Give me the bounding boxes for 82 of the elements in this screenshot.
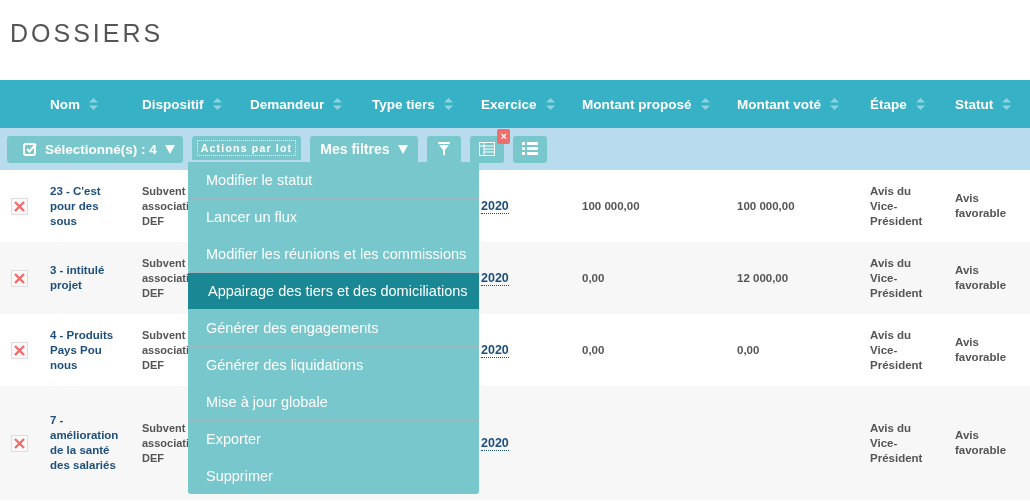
cross-icon (13, 272, 25, 284)
dispositif-text: associati (142, 270, 190, 286)
dispositif-text: DEF (142, 213, 165, 229)
checkbox-icon (23, 142, 37, 156)
stage-text: Avis du Vice-Président (870, 256, 923, 299)
cross-icon (13, 344, 25, 356)
stage-text: Avis du Vice-Président (870, 184, 923, 227)
year-link[interactable]: 2020 (481, 198, 509, 214)
stage-text: Avis du Vice-Président (870, 421, 923, 464)
dispositif-text: Subvent (142, 420, 187, 436)
caret-icon (397, 144, 408, 154)
sort-icon (212, 98, 222, 110)
sort-icon (443, 98, 453, 110)
status-text: Avis favorable (955, 429, 1007, 456)
column-header[interactable]: Statut (955, 96, 994, 112)
amount-text: 100 000,00 (582, 199, 640, 212)
dispositif-text: DEF (142, 285, 165, 301)
sort-icon (89, 98, 98, 110)
status-text: Avis favorable (955, 264, 1007, 291)
column-header[interactable]: Montant voté (737, 96, 821, 112)
menu-item[interactable]: Appairage des tiers et des domiciliations (188, 273, 479, 310)
menu-item[interactable]: Supprimer (188, 458, 479, 494)
dispositif-text: associati (142, 435, 190, 451)
menu-item[interactable]: Modifier le statut (188, 162, 479, 199)
dossier-name: 3 - intitulé projet (50, 264, 105, 291)
amount-text: 0,00 (582, 343, 605, 356)
menu-item[interactable]: Générer des liquidations (188, 347, 479, 384)
status-text: Avis favorable (955, 336, 1007, 363)
caret-icon (164, 144, 175, 154)
row-checkbox[interactable] (10, 269, 28, 287)
dispositif-text: DEF (142, 357, 165, 373)
year-link[interactable]: 2020 (481, 342, 509, 358)
sort-icon (830, 98, 839, 110)
dispositif-text: associati (142, 342, 190, 358)
sort-icon (915, 98, 925, 110)
dispositif-text: DEF (142, 450, 165, 466)
menu-item[interactable]: Exporter (188, 421, 479, 458)
year-link[interactable]: 2020 (481, 435, 509, 451)
sort-icon (545, 98, 555, 110)
batch-actions-button[interactable]: Actions par lot (191, 136, 302, 160)
columns-button[interactable] (470, 135, 505, 163)
page-title: DOSSIERS (10, 19, 164, 48)
close-badge[interactable]: × (497, 128, 511, 144)
column-header[interactable]: Exercice (481, 96, 537, 112)
row-checkbox[interactable] (10, 341, 28, 359)
list-view-button[interactable] (513, 135, 548, 163)
filter-icon (438, 142, 451, 156)
dossier-name: 7 - amélioration de la santé des salariés (50, 414, 119, 471)
selection-dropdown[interactable]: Sélectionné(s) : 4 (7, 135, 183, 163)
row-checkbox[interactable] (10, 434, 28, 452)
column-header[interactable]: Nom (50, 96, 80, 112)
menu-item[interactable]: Générer des engagements (188, 310, 479, 347)
dispositif-text: Subvent (142, 327, 187, 343)
dispositif-text: associati (142, 198, 190, 214)
cross-icon (13, 200, 25, 212)
column-header[interactable]: Type tiers (372, 96, 435, 112)
column-header[interactable]: Demandeur (250, 96, 325, 112)
filters-dropdown[interactable]: Mes filtres (310, 135, 419, 163)
amount-text: 0,00 (582, 271, 605, 284)
status-text: Avis favorable (955, 192, 1007, 219)
menu-item[interactable]: Lancer un flux (188, 199, 479, 236)
sort-icon (1002, 98, 1012, 110)
amount-text: 12 000,00 (737, 271, 789, 284)
stage-text: Avis du Vice-Président (870, 328, 923, 371)
table-icon (479, 142, 496, 156)
menu-item[interactable]: Mise à jour globale (188, 384, 479, 421)
dossier-name: 23 - C'est pour des sous (50, 184, 101, 227)
sort-icon (700, 98, 710, 110)
row-checkbox[interactable] (10, 197, 28, 215)
list-icon (522, 142, 539, 156)
column-header[interactable]: Montant proposé (582, 96, 692, 112)
sort-icon (333, 98, 343, 110)
dossier-name: 4 - Produits Pays Pou nous (50, 328, 114, 371)
dispositif-text: Subvent (142, 255, 187, 271)
year-link[interactable]: 2020 (481, 270, 509, 286)
amount-text: 0,00 (737, 343, 760, 356)
amount-text: 100 000,00 (737, 199, 795, 212)
column-header[interactable]: Étape (870, 96, 907, 112)
cross-icon (13, 437, 25, 449)
filter-button[interactable] (427, 135, 462, 163)
column-header[interactable]: Dispositif (142, 96, 204, 112)
dispositif-text: Subvent (142, 183, 187, 199)
